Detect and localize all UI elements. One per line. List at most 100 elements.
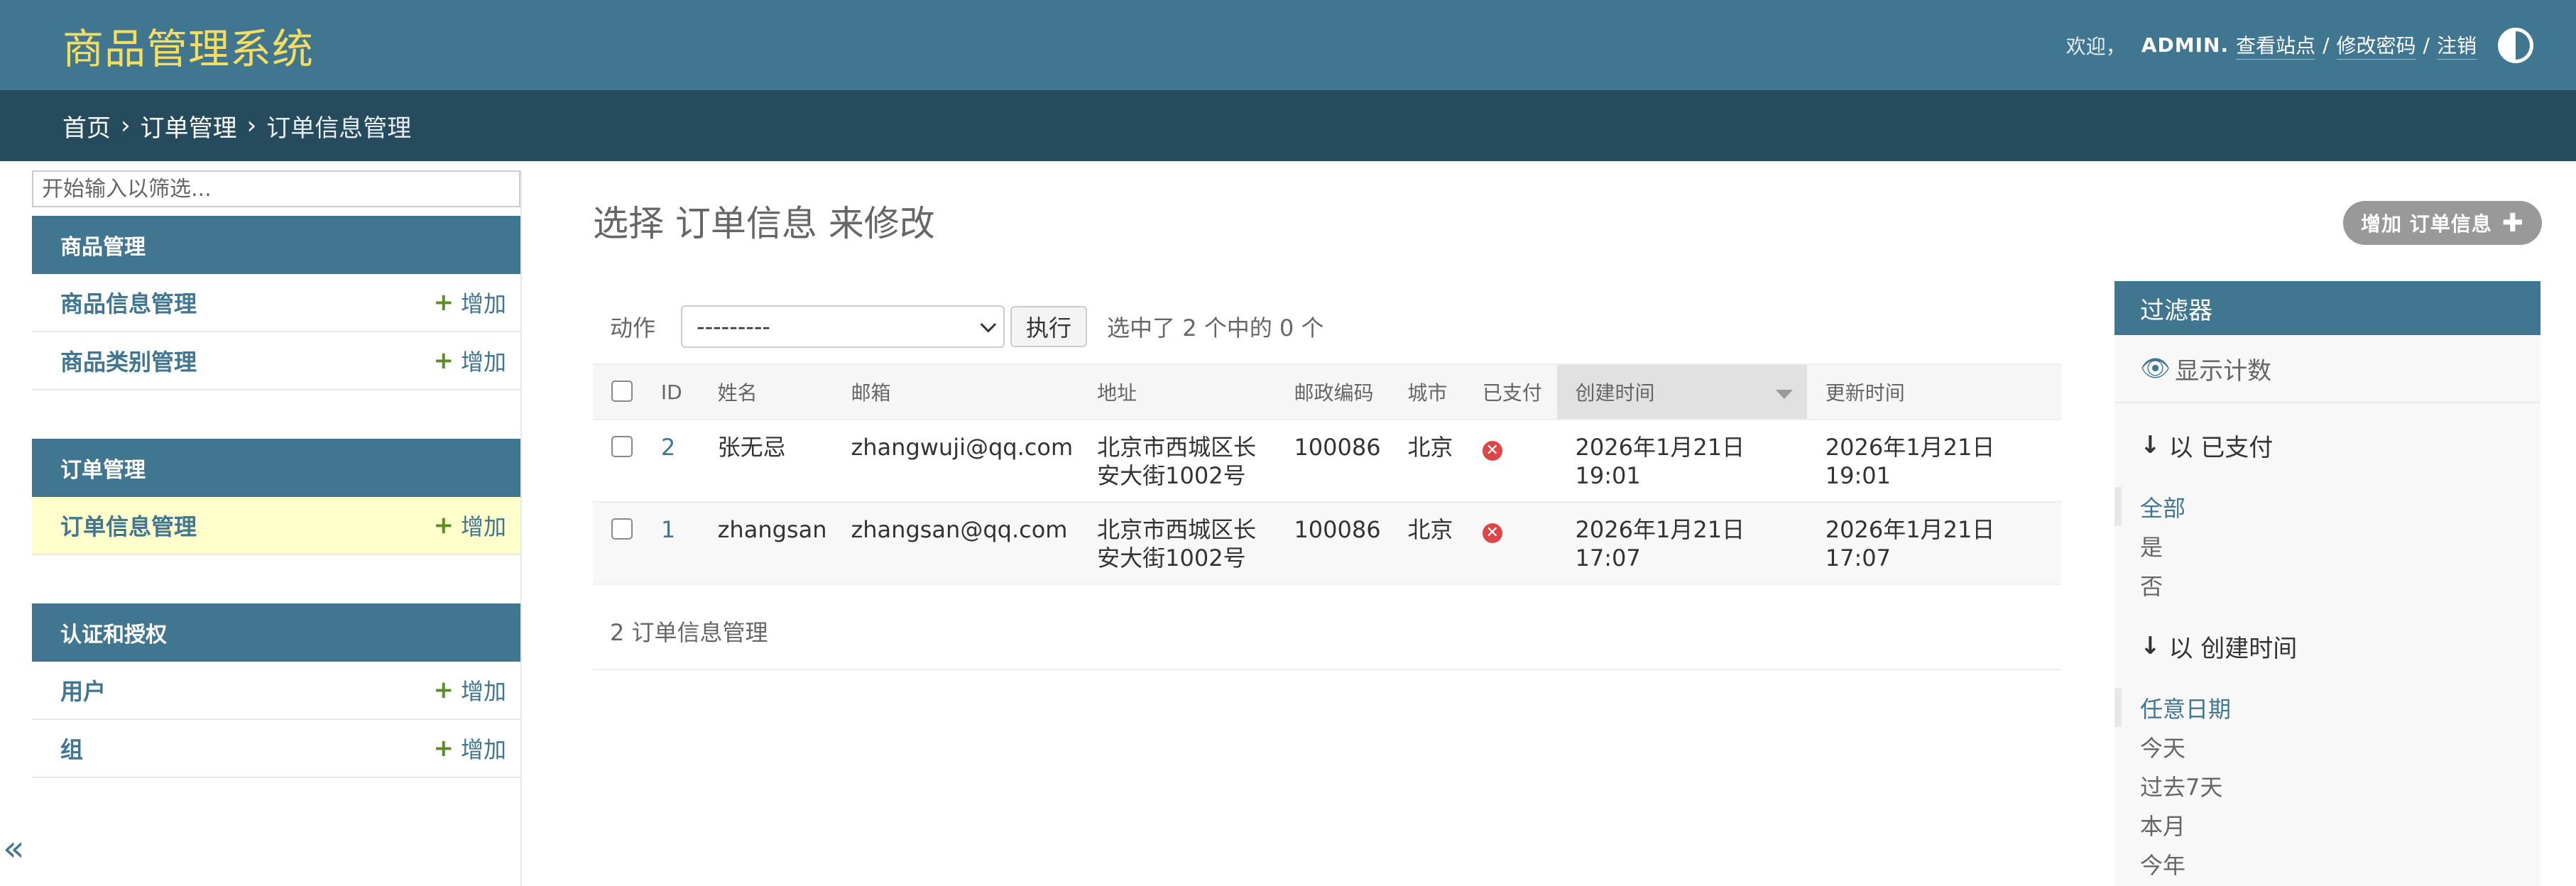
cell-paid: ✕ xyxy=(1463,502,1557,585)
logout-link[interactable]: 注销 xyxy=(2436,31,2477,60)
arrow-down-icon: ↓ xyxy=(2140,632,2161,660)
cell-city: 北京 xyxy=(1389,502,1464,585)
column-header-updated[interactable]: 更新时间 xyxy=(1806,363,2061,420)
add-label: 增加 xyxy=(460,678,506,705)
row-select-cell xyxy=(593,502,643,585)
sidebar-item-order-info: 订单信息管理 + 增加 xyxy=(32,497,520,555)
column-header-created[interactable]: 创建时间 xyxy=(1556,363,1807,420)
select-all-header xyxy=(593,363,643,420)
view-site-link[interactable]: 查看站点 xyxy=(2236,31,2316,60)
cell-name: 张无忌 xyxy=(699,420,833,503)
module-caption[interactable]: 订单管理 xyxy=(32,439,520,497)
welcome-text: 欢迎， xyxy=(2065,34,2126,58)
module-caption[interactable]: 商品管理 xyxy=(32,216,520,274)
add-label: 增加 xyxy=(460,736,506,763)
plus-icon: + xyxy=(433,676,454,704)
eye-icon: 👁 xyxy=(2140,354,2171,383)
add-link[interactable]: + 增加 xyxy=(433,674,506,706)
site-branding[interactable]: 商品管理系统 xyxy=(62,16,314,75)
plus-icon: + xyxy=(433,734,454,762)
sidebar-item-label[interactable]: 商品类别管理 xyxy=(60,344,197,377)
execute-button[interactable]: 执行 xyxy=(1010,306,1088,347)
cell-updated: 2026年1月21日 19:01 xyxy=(1806,420,2061,503)
nav-sidebar: 商品管理 商品信息管理 +增加 商品类别管理 +增加 订单管理 订单信息管理 +… xyxy=(32,170,522,886)
cell-paid: ✕ xyxy=(1463,420,1557,503)
cell-postcode: 100086 xyxy=(1275,502,1390,585)
table-header-row: ID 姓名 邮箱 地址 邮政编码 城市 已支付 创建时间 更新时间 xyxy=(593,363,2061,420)
table-row: 2 张无忌 zhangwuji@qq.com 北京市西城区长 安大街1002号 1… xyxy=(593,420,2061,503)
add-label: 增加 xyxy=(460,349,506,376)
sidebar-item-users: 用户 + 增加 xyxy=(32,662,520,720)
filter-title: 过滤器 xyxy=(2114,281,2540,335)
sidebar-collapse-icon[interactable]: « xyxy=(3,828,25,869)
column-header-name[interactable]: 姓名 xyxy=(699,363,833,420)
row-id-link[interactable]: 2 xyxy=(661,434,675,461)
add-link[interactable]: + 增加 xyxy=(433,732,506,765)
sidebar-item-label[interactable]: 用户 xyxy=(60,674,106,706)
chevron-down-icon xyxy=(980,316,997,333)
filter-heading[interactable]: ↓ 以 创建时间 xyxy=(2114,621,2540,671)
nav-filter-input[interactable] xyxy=(32,170,520,207)
filter-heading[interactable]: ↓ 以 已支付 xyxy=(2114,420,2540,470)
sidebar-item-label[interactable]: 组 xyxy=(60,732,83,765)
row-id-link[interactable]: 1 xyxy=(661,516,675,543)
column-header-city[interactable]: 城市 xyxy=(1389,363,1464,420)
module-orders: 订单管理 订单信息管理 + 增加 xyxy=(32,439,520,555)
cell-name: zhangsan xyxy=(699,502,833,585)
filter-option-past-7-days[interactable]: 过去7天 xyxy=(2114,766,2540,805)
column-header-postcode[interactable]: 邮政编码 xyxy=(1275,363,1390,420)
add-link[interactable]: + 增加 xyxy=(433,509,506,542)
row-checkbox[interactable] xyxy=(611,518,633,540)
breadcrumb-orders[interactable]: 订单管理 xyxy=(141,109,237,143)
filter-group-created: ↓ 以 创建时间 任意日期 今天 过去7天 本月 今年 xyxy=(2114,604,2540,883)
select-all-checkbox[interactable] xyxy=(611,380,633,402)
add-link[interactable]: + 增加 xyxy=(433,344,506,377)
address-line: 北京市西城区长 xyxy=(1097,516,1257,543)
theme-toggle-icon[interactable] xyxy=(2498,27,2533,63)
row-checkbox[interactable] xyxy=(611,436,633,457)
show-counts-link[interactable]: 👁 显示计数 xyxy=(2114,335,2540,403)
module-auth: 认证和授权 用户 + 增加 组 + 增加 xyxy=(32,603,520,778)
page-title: 选择 订单信息 来修改 xyxy=(593,203,935,244)
add-label: 增加 xyxy=(460,290,506,317)
cell-id: 1 xyxy=(642,502,699,585)
breadcrumb-home[interactable]: 首页 xyxy=(62,109,111,143)
add-link[interactable]: + 增加 xyxy=(433,286,506,319)
address-line: 北京市西城区长 xyxy=(1097,434,1257,461)
plus-icon: + xyxy=(433,511,454,540)
cell-created: 2026年1月21日 19:01 xyxy=(1556,420,1807,503)
sidebar-item-label[interactable]: 商品信息管理 xyxy=(60,286,197,319)
action-select[interactable]: --------- xyxy=(681,305,1005,348)
filter-option-all[interactable]: 全部 xyxy=(2114,487,2540,526)
filter-option-yes[interactable]: 是 xyxy=(2114,526,2540,565)
filter-heading-label: 以 已支付 xyxy=(2168,433,2274,462)
change-password-link[interactable]: 修改密码 xyxy=(2336,31,2416,60)
sidebar-item-product-info: 商品信息管理 + 增加 xyxy=(32,274,520,332)
breadcrumb-separator: › xyxy=(121,111,131,140)
filter-option-any-date[interactable]: 任意日期 xyxy=(2114,688,2540,727)
no-icon: ✕ xyxy=(1482,523,1502,543)
sidebar-item-product-category: 商品类别管理 + 增加 xyxy=(32,332,520,390)
cell-address: 北京市西城区长 安大街1002号 xyxy=(1079,420,1276,503)
show-counts-label: 显示计数 xyxy=(2175,356,2272,385)
filter-option-this-year[interactable]: 今年 xyxy=(2114,844,2540,883)
paginator: 2 订单信息管理 xyxy=(593,594,2061,670)
column-header-id[interactable]: ID xyxy=(642,363,699,420)
column-header-paid[interactable]: 已支付 xyxy=(1463,363,1557,420)
breadcrumb: 首页 › 订单管理 › 订单信息管理 xyxy=(0,90,2576,161)
column-header-email[interactable]: 邮箱 xyxy=(832,363,1079,420)
filter-option-this-month[interactable]: 本月 xyxy=(2114,805,2540,844)
module-caption[interactable]: 认证和授权 xyxy=(32,603,520,662)
column-header-address[interactable]: 地址 xyxy=(1079,363,1276,420)
filter-option-no[interactable]: 否 xyxy=(2114,565,2540,604)
add-order-button[interactable]: 增加 订单信息 ✚ xyxy=(2343,201,2542,245)
add-label: 增加 xyxy=(460,513,506,540)
filter-option-today[interactable]: 今天 xyxy=(2114,727,2540,766)
filter-heading-label: 以 创建时间 xyxy=(2168,634,2298,663)
actions-label: 动作 xyxy=(610,315,656,341)
cell-email: zhangwuji@qq.com xyxy=(832,420,1079,503)
plus-icon: + xyxy=(433,346,454,375)
sort-descending-icon[interactable] xyxy=(1775,390,1793,399)
filter-group-paid: ↓ 以 已支付 全部 是 否 xyxy=(2114,403,2540,604)
sidebar-item-label[interactable]: 订单信息管理 xyxy=(60,509,197,542)
